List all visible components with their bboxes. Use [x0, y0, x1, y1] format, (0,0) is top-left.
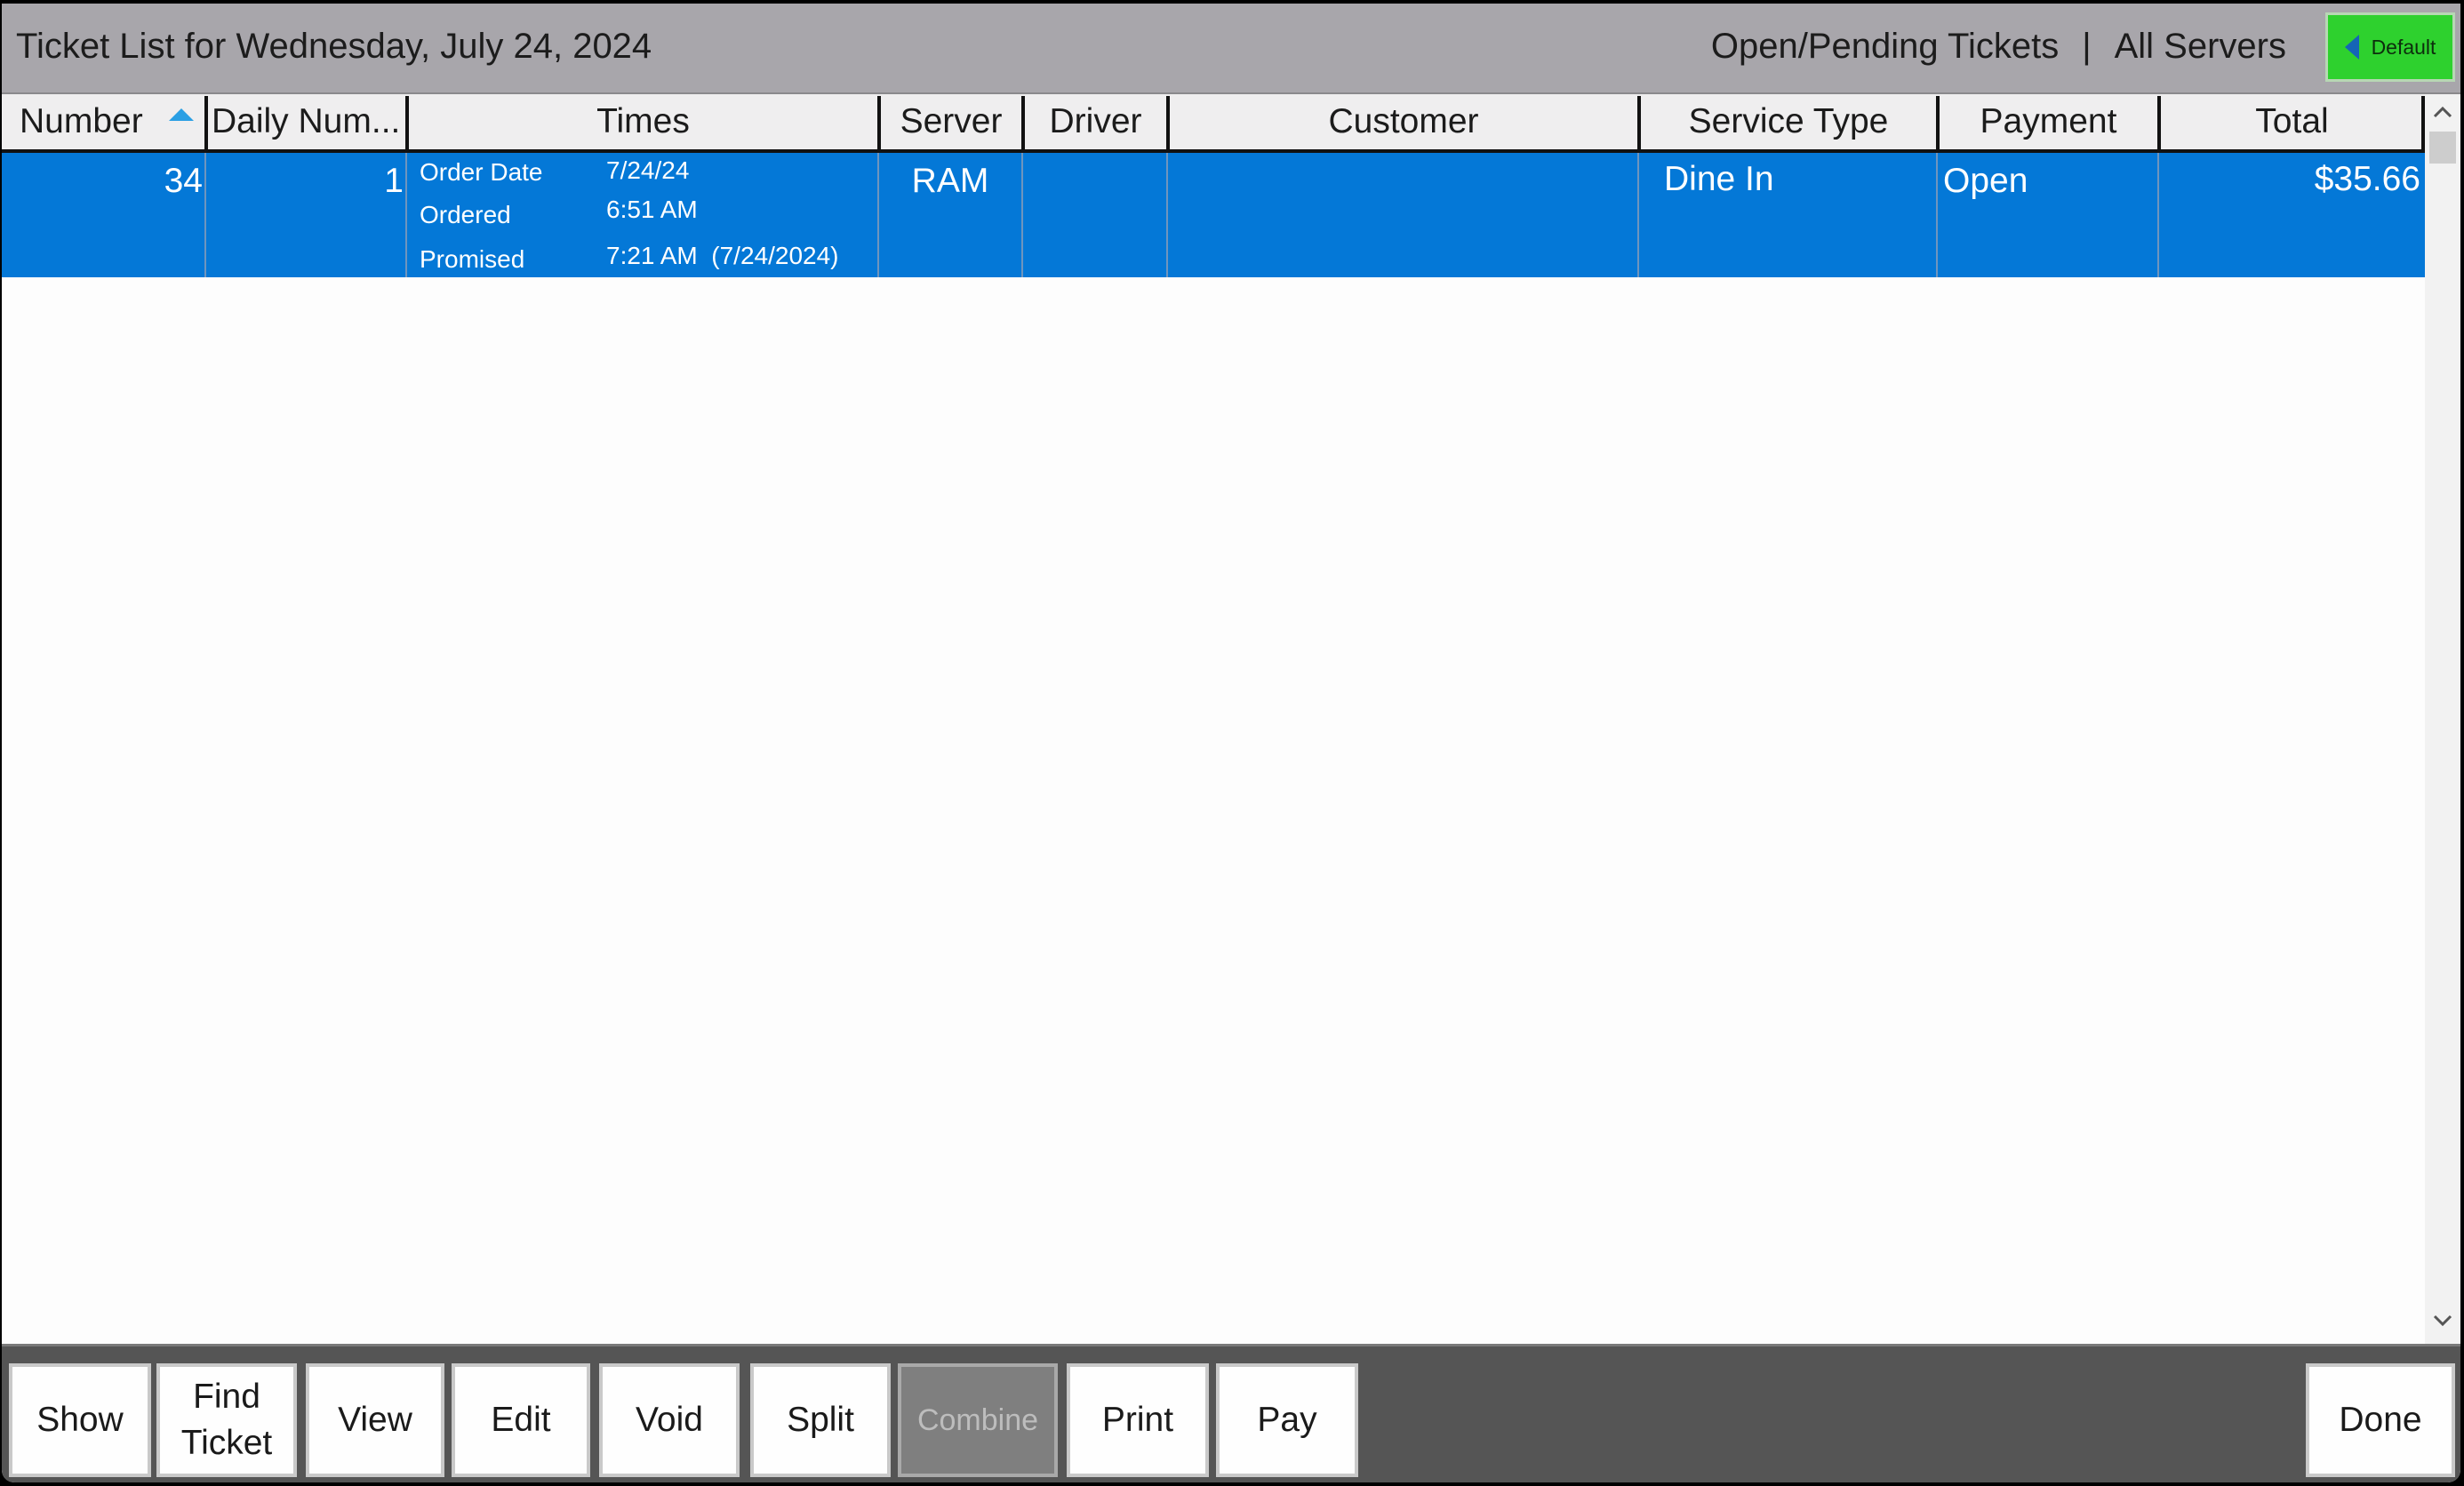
find-ticket-button-label-line1: Find — [193, 1378, 260, 1416]
combine-button: Combine — [898, 1363, 1058, 1477]
print-button-label: Print — [1101, 1401, 1174, 1439]
title-bar: Ticket List for Wednesday, July 24, 2024… — [2, 4, 2460, 94]
promised-label: Promised — [420, 245, 525, 273]
caret-left-icon — [2344, 35, 2359, 60]
order-date-label: Order Date — [420, 158, 543, 186]
column-header-customer[interactable]: Customer — [1170, 94, 1637, 149]
column-header-server[interactable]: Server — [881, 94, 1021, 149]
order-date-value: 7/24/24 — [606, 156, 690, 184]
void-button[interactable]: Void — [599, 1363, 740, 1477]
find-ticket-button-label-line2: Ticket — [180, 1424, 273, 1462]
print-button[interactable]: Print — [1067, 1363, 1209, 1477]
column-header-times-label: Times — [596, 102, 690, 140]
column-separator — [1637, 153, 1639, 277]
edit-button[interactable]: Edit — [452, 1363, 590, 1477]
done-button-label: Done — [2339, 1401, 2422, 1439]
pay-button-label: Pay — [1257, 1401, 1317, 1439]
column-header-payment[interactable]: Payment — [1940, 94, 2157, 149]
cell-daily-number: 1 — [384, 162, 404, 200]
vertical-scrollbar[interactable] — [2425, 94, 2460, 1344]
filter-status-label[interactable]: Open/Pending Tickets — [1711, 27, 2059, 67]
page-title: Ticket List for Wednesday, July 24, 2024 — [16, 27, 652, 66]
column-separator — [1936, 153, 1938, 277]
column-header-daily-number[interactable]: Daily Num... — [208, 94, 405, 149]
ordered-label: Ordered — [420, 201, 511, 228]
ticket-row-selected[interactable]: 34 1 Order Date 7/24/24 Ordered 6:51 AM … — [2, 153, 2425, 277]
column-header-server-label: Server — [900, 102, 1003, 140]
scrollbar-thumb[interactable] — [2429, 132, 2456, 164]
column-header-service-type-label: Service Type — [1688, 102, 1889, 140]
cell-payment: Open — [1943, 162, 2028, 200]
column-header-customer-label: Customer — [1328, 102, 1479, 140]
pay-button[interactable]: Pay — [1216, 1363, 1358, 1477]
column-header-daily-number-label: Daily Num... — [212, 102, 401, 140]
default-layout-button[interactable]: Default — [2325, 12, 2455, 82]
column-separator — [1166, 153, 1168, 277]
grid-header-row: Number Daily Num... Times Server Driver … — [2, 94, 2425, 153]
view-button-label: View — [338, 1401, 412, 1439]
filter-server-label[interactable]: All Servers — [2115, 27, 2286, 67]
ticket-grid: Number Daily Num... Times Server Driver … — [2, 94, 2425, 1344]
done-button[interactable]: Done — [2306, 1363, 2455, 1477]
chevron-down-icon[interactable] — [2425, 1303, 2460, 1338]
show-button-label: Show — [36, 1401, 124, 1439]
action-toolbar: Show Find Ticket View Edit Void Split Co… — [2, 1344, 2460, 1482]
column-separator — [1021, 153, 1023, 277]
column-header-service-type[interactable]: Service Type — [1641, 94, 1936, 149]
void-button-label: Void — [636, 1401, 703, 1439]
cell-total: $35.66 — [2314, 160, 2420, 198]
split-button[interactable]: Split — [750, 1363, 891, 1477]
column-header-total-label: Total — [2255, 102, 2329, 140]
ticket-list-window: Ticket List for Wednesday, July 24, 2024… — [2, 4, 2460, 1482]
column-header-times[interactable]: Times — [409, 94, 877, 149]
ordered-value: 6:51 AM — [606, 196, 698, 223]
split-button-label: Split — [787, 1401, 854, 1439]
chevron-up-icon[interactable] — [2425, 94, 2460, 130]
column-header-number[interactable]: Number — [2, 94, 204, 149]
filter-summary: Open/Pending Tickets | All Servers — [1711, 27, 2286, 67]
promised-value: 7:21 AM (7/24/2024) — [606, 242, 839, 269]
column-header-payment-label: Payment — [1980, 102, 2117, 140]
column-header-total[interactable]: Total — [2161, 94, 2423, 149]
cell-number: 34 — [164, 162, 203, 200]
cell-server: RAM — [911, 162, 989, 200]
sort-ascending-icon — [169, 108, 194, 121]
column-header-driver-label: Driver — [1049, 102, 1142, 140]
view-button[interactable]: View — [306, 1363, 444, 1477]
show-button[interactable]: Show — [9, 1363, 151, 1477]
edit-button-label: Edit — [491, 1401, 551, 1439]
cell-times: Order Date 7/24/24 Ordered 6:51 AM Promi… — [407, 153, 877, 277]
combine-button-label: Combine — [916, 1403, 1039, 1437]
column-header-driver[interactable]: Driver — [1025, 94, 1166, 149]
find-ticket-button[interactable]: Find Ticket — [156, 1363, 297, 1477]
column-header-number-label: Number — [20, 102, 143, 140]
filter-separator: | — [2082, 27, 2092, 66]
default-button-label: Default — [2371, 35, 2436, 59]
cell-service-type: Dine In — [1664, 160, 1774, 198]
